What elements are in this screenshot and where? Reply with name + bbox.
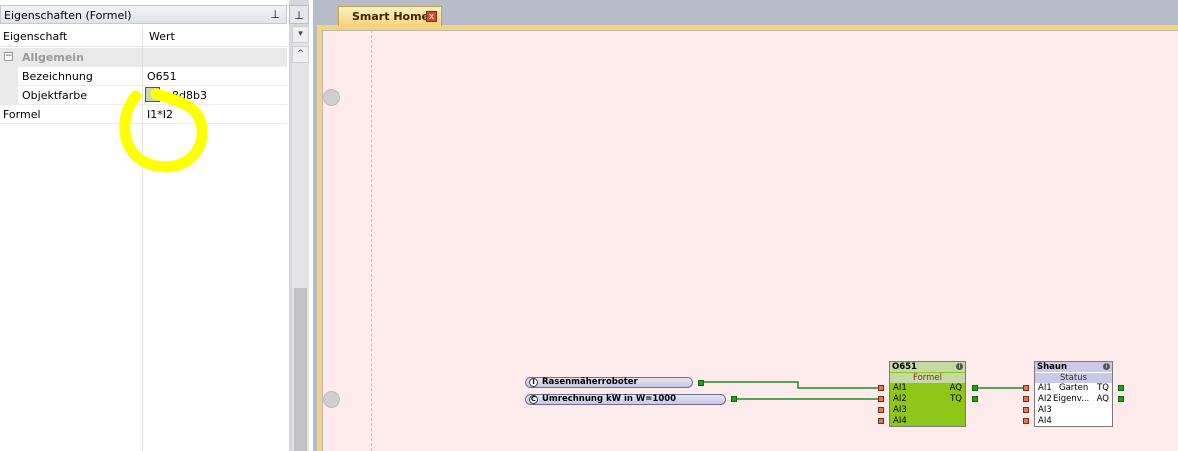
- block-title: O651: [890, 362, 965, 372]
- property-grid-header: Eigenschaft Wert: [0, 26, 287, 47]
- output-connector[interactable]: [698, 380, 704, 386]
- property-value[interactable]: c8d8b3: [166, 89, 207, 102]
- input-label: Rasenmäherroboter: [542, 377, 638, 387]
- block-subtitle: Formel: [890, 373, 965, 383]
- property-value[interactable]: I1*I2: [147, 108, 173, 121]
- block-input-port[interactable]: AI3: [893, 405, 907, 416]
- property-row-objektfarbe[interactable]: Objektfarbe c8d8b3: [0, 86, 287, 105]
- input-pill-umrechnung[interactable]: C Umrechnung kW in W=1000: [525, 394, 726, 405]
- page-boundary-line: [371, 30, 372, 451]
- input-connector[interactable]: [878, 385, 884, 391]
- property-key: Formel: [3, 108, 41, 121]
- property-row-formel[interactable]: Formel I1*I2: [0, 105, 287, 124]
- input-connector[interactable]: [1023, 407, 1029, 413]
- page-marker-dot: [323, 391, 340, 408]
- dropdown-icon[interactable]: ▾: [292, 26, 309, 43]
- output-connector[interactable]: [972, 385, 978, 391]
- scroll-up-icon[interactable]: ^: [292, 46, 309, 63]
- property-key: Bezeichnung: [22, 70, 93, 83]
- status-block-shaun[interactable]: Shaun i Status AI1 AI2 AI3 AI4 Garten Ei…: [1034, 361, 1113, 427]
- info-icon[interactable]: i: [956, 363, 963, 370]
- input-type-badge: I: [529, 378, 538, 387]
- input-connector[interactable]: [1023, 418, 1029, 424]
- property-key: Objektfarbe: [22, 89, 88, 102]
- block-input-port[interactable]: AI4: [1038, 416, 1052, 427]
- formula-block-o651[interactable]: O651 i Formel AI1 AI2 AI3 AI4 AQ TQ: [889, 361, 966, 427]
- pin-icon[interactable]: ⊥: [270, 8, 280, 21]
- input-connector[interactable]: [878, 396, 884, 402]
- input-connector[interactable]: [1023, 396, 1029, 402]
- tab-smart-home[interactable]: Smart Home x: [338, 6, 442, 26]
- input-label: Garten: [1059, 383, 1089, 393]
- info-icon[interactable]: i: [1103, 363, 1110, 370]
- property-row-bezeichnung[interactable]: Bezeichnung O651: [0, 67, 287, 86]
- page-marker-dot: [323, 89, 340, 106]
- close-icon[interactable]: x: [426, 11, 437, 22]
- block-output-port[interactable]: TQ: [1097, 383, 1109, 394]
- block-output-port[interactable]: TQ: [950, 394, 962, 405]
- tab-label: Smart Home: [352, 10, 430, 23]
- output-connector[interactable]: [1118, 396, 1124, 402]
- collapse-icon[interactable]: −: [4, 52, 13, 61]
- input-connector[interactable]: [1023, 385, 1029, 391]
- output-connector[interactable]: [972, 396, 978, 402]
- input-connector[interactable]: [878, 407, 884, 413]
- output-connector[interactable]: [731, 396, 737, 402]
- input-type-badge: C: [529, 395, 538, 404]
- output-connector[interactable]: [1118, 385, 1124, 391]
- block-input-port[interactable]: AI3: [1038, 405, 1052, 416]
- block-input-port[interactable]: AI2: [893, 394, 907, 405]
- column-header-property[interactable]: Eigenschaft: [3, 30, 67, 43]
- block-output-port[interactable]: AQ: [1097, 394, 1109, 405]
- properties-panel-title-bar: Eigenschaften (Formel) ⊥: [0, 5, 287, 24]
- row-gutter: [0, 67, 18, 86]
- properties-panel: Eigenschaften (Formel) ⊥ Eigenschaft Wer…: [0, 0, 290, 451]
- block-title: Shaun: [1035, 362, 1112, 372]
- block-output-port[interactable]: AQ: [950, 383, 962, 394]
- property-value[interactable]: O651: [147, 70, 177, 83]
- block-subtitle: Status: [1035, 373, 1112, 383]
- properties-panel-title: Eigenschaften (Formel): [4, 9, 132, 22]
- color-swatch[interactable]: [145, 87, 160, 102]
- scrollbar-thumb[interactable]: [294, 288, 307, 451]
- column-divider[interactable]: [142, 26, 143, 451]
- input-pill-rasenmaeherroboter[interactable]: I Rasenmäherroboter: [525, 377, 693, 388]
- category-row-allgemein[interactable]: − Allgemein: [0, 48, 287, 67]
- input-connector[interactable]: [878, 418, 884, 424]
- category-label: Allgemein: [22, 51, 84, 64]
- input-label: Eigenv...: [1053, 394, 1090, 404]
- block-input-port[interactable]: AI1: [1038, 383, 1052, 394]
- input-label: Umrechnung kW in W=1000: [542, 394, 677, 404]
- row-gutter: [0, 86, 18, 105]
- block-input-port[interactable]: AI2: [1038, 394, 1052, 405]
- block-input-port[interactable]: AI1: [893, 383, 907, 394]
- column-header-value[interactable]: Wert: [149, 30, 175, 43]
- block-input-port[interactable]: AI4: [893, 416, 907, 427]
- vertical-scrollbar[interactable]: ▾ ^: [292, 26, 309, 451]
- pin-icon[interactable]: ⊥: [289, 5, 309, 24]
